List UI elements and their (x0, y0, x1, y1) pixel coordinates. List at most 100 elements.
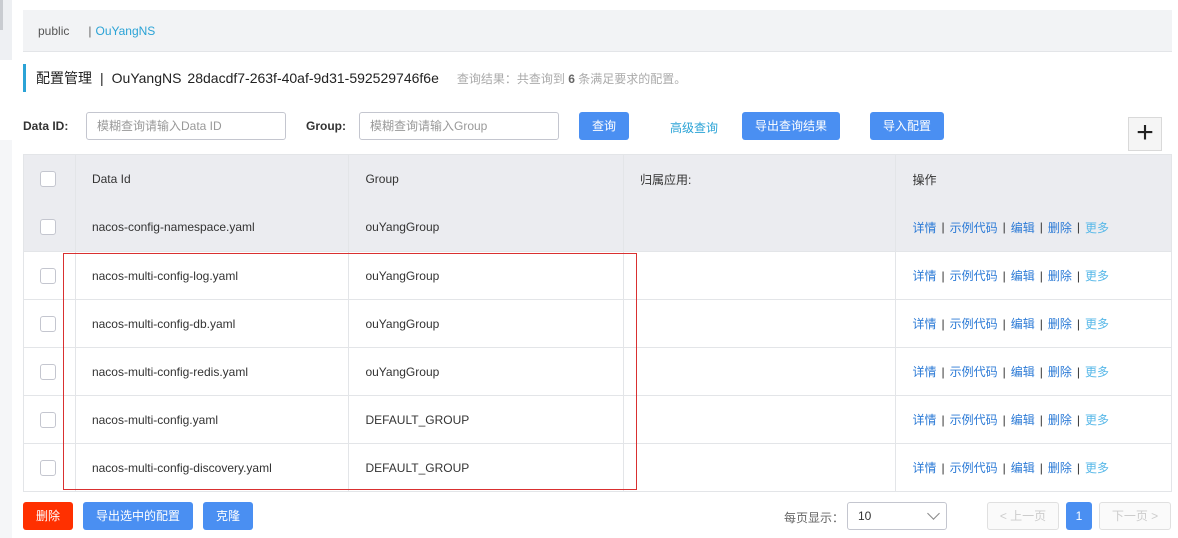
row-data-id: nacos-multi-config.yaml (74, 396, 349, 443)
detail-link[interactable]: 详情 (912, 219, 936, 236)
namespace-name: OuYangNS (111, 70, 182, 86)
action-separator: | (1002, 460, 1006, 475)
header-app[interactable]: 归属应用: (622, 155, 896, 203)
sample-code-link[interactable]: 示例代码 (950, 363, 998, 380)
row-app (622, 203, 896, 251)
row-actions: 详情 | 示例代码 | 编辑 | 删除 | 更多 (895, 300, 1171, 347)
config-table: Data Id Group 归属应用: 操作 nacos-config-name… (23, 154, 1172, 492)
delete-link[interactable]: 删除 (1048, 363, 1072, 380)
table-row: nacos-config-namespace.yaml ouYangGroup 详情… (24, 203, 1171, 251)
action-separator: | (1002, 412, 1006, 427)
left-sidebar-edge (0, 0, 12, 538)
prev-page-button[interactable]: < 上一页 (987, 502, 1059, 530)
action-separator: | (941, 316, 945, 331)
delete-link[interactable]: 删除 (1048, 315, 1072, 332)
delete-link[interactable]: 删除 (1048, 411, 1072, 428)
action-separator: | (1002, 364, 1006, 379)
action-separator: | (941, 460, 945, 475)
query-result-summary: 查询结果：共查询到 6 条满足要求的配置。 (457, 70, 686, 87)
action-separator: | (1002, 268, 1006, 283)
edit-link[interactable]: 编辑 (1011, 363, 1035, 380)
more-link[interactable]: 更多 (1085, 459, 1109, 476)
edit-link[interactable]: 编辑 (1011, 267, 1035, 284)
row-actions: 详情 | 示例代码 | 编辑 | 删除 | 更多 (895, 348, 1171, 395)
advanced-query-link[interactable]: 高级查询 (670, 119, 718, 136)
detail-link[interactable]: 详情 (912, 411, 936, 428)
row-app (622, 444, 896, 491)
sample-code-link[interactable]: 示例代码 (950, 219, 998, 236)
next-page-button[interactable]: 下一页 > (1099, 502, 1171, 530)
edit-link[interactable]: 编辑 (1011, 219, 1035, 236)
more-link[interactable]: 更多 (1085, 411, 1109, 428)
row-checkbox[interactable] (40, 459, 56, 476)
row-data-id: nacos-config-namespace.yaml (74, 203, 349, 251)
namespace-separator: | (88, 23, 92, 38)
sample-code-link[interactable]: 示例代码 (950, 315, 998, 332)
row-checkbox[interactable] (40, 219, 56, 235)
namespace-item-ouyangns[interactable]: OuYangNS (95, 24, 155, 38)
page-number-current[interactable]: 1 (1066, 502, 1092, 530)
row-group: ouYangGroup (348, 203, 623, 251)
row-group: ouYangGroup (348, 348, 623, 395)
result-prefix: 查询结果：共查询到 (456, 71, 565, 86)
row-actions: 详情 | 示例代码 | 编辑 | 删除 | 更多 (895, 396, 1171, 443)
group-label: Group: (306, 119, 346, 133)
group-input[interactable]: 模糊查询请输入Group (359, 112, 559, 140)
row-app (622, 252, 896, 299)
edit-link[interactable]: 编辑 (1011, 459, 1035, 476)
detail-link[interactable]: 详情 (912, 363, 936, 380)
page-size-label: 每页显示： (784, 511, 845, 525)
row-group: DEFAULT_GROUP (348, 396, 623, 443)
action-separator: | (1039, 220, 1043, 234)
export-results-button[interactable]: 导出查询结果 (742, 112, 840, 140)
table-row: nacos-multi-config.yaml DEFAULT_GROUP 详情 | 示… (24, 395, 1171, 443)
more-link[interactable]: 更多 (1085, 267, 1109, 284)
row-checkbox[interactable] (40, 267, 56, 284)
more-link[interactable]: 更多 (1085, 315, 1109, 332)
action-separator: | (941, 220, 945, 234)
import-config-button[interactable]: 导入配置 (870, 112, 944, 140)
row-data-id: nacos-multi-config-db.yaml (74, 300, 349, 347)
edit-link[interactable]: 编辑 (1011, 315, 1035, 332)
detail-link[interactable]: 详情 (912, 459, 936, 476)
sample-code-link[interactable]: 示例代码 (950, 267, 998, 284)
action-separator: | (1002, 316, 1006, 331)
add-config-button[interactable]: + (1128, 117, 1162, 151)
table-row: nacos-multi-config-discovery.yaml DEFAULT… (24, 443, 1171, 491)
action-separator: | (1039, 268, 1043, 283)
select-all-checkbox[interactable] (40, 171, 56, 187)
action-separator: | (1002, 220, 1006, 234)
edit-link[interactable]: 编辑 (1011, 411, 1035, 428)
query-button[interactable]: 查询 (579, 112, 629, 140)
data-id-input[interactable]: 模糊查询请输入Data ID (86, 112, 286, 140)
more-link[interactable]: 更多 (1085, 219, 1109, 236)
action-separator: | (941, 364, 945, 379)
export-selected-button[interactable]: 导出选中的配置 (83, 502, 193, 530)
delete-link[interactable]: 删除 (1048, 459, 1072, 476)
namespace-item-public[interactable]: public (38, 24, 69, 38)
row-checkbox[interactable] (40, 315, 56, 332)
row-checkbox[interactable] (40, 411, 56, 428)
clone-button[interactable]: 克隆 (203, 502, 253, 530)
action-separator: | (1039, 412, 1043, 427)
header-group[interactable]: Group (348, 155, 623, 203)
table-row: nacos-multi-config-redis.yaml ouYangGroup… (24, 347, 1171, 395)
delete-link[interactable]: 删除 (1048, 219, 1072, 236)
row-checkbox[interactable] (40, 363, 56, 380)
more-link[interactable]: 更多 (1085, 363, 1109, 380)
row-app (622, 300, 896, 347)
detail-link[interactable]: 详情 (912, 315, 936, 332)
delete-selected-button[interactable]: 删除 (23, 502, 73, 530)
sidebar-block-lower (0, 140, 12, 538)
detail-link[interactable]: 详情 (912, 267, 936, 284)
data-id-label: Data ID: (23, 119, 69, 133)
header-data-id[interactable]: Data Id (74, 155, 349, 203)
row-actions: 详情 | 示例代码 | 编辑 | 删除 | 更多 (895, 252, 1171, 299)
table-row: nacos-multi-config-log.yaml ouYangGroup 详情… (24, 251, 1171, 299)
page-size-select[interactable]: 10 (847, 502, 947, 530)
sample-code-link[interactable]: 示例代码 (950, 411, 998, 428)
action-separator: | (1076, 412, 1081, 427)
sample-code-link[interactable]: 示例代码 (950, 459, 998, 476)
row-data-id: nacos-multi-config-log.yaml (74, 252, 349, 299)
delete-link[interactable]: 删除 (1048, 267, 1072, 284)
